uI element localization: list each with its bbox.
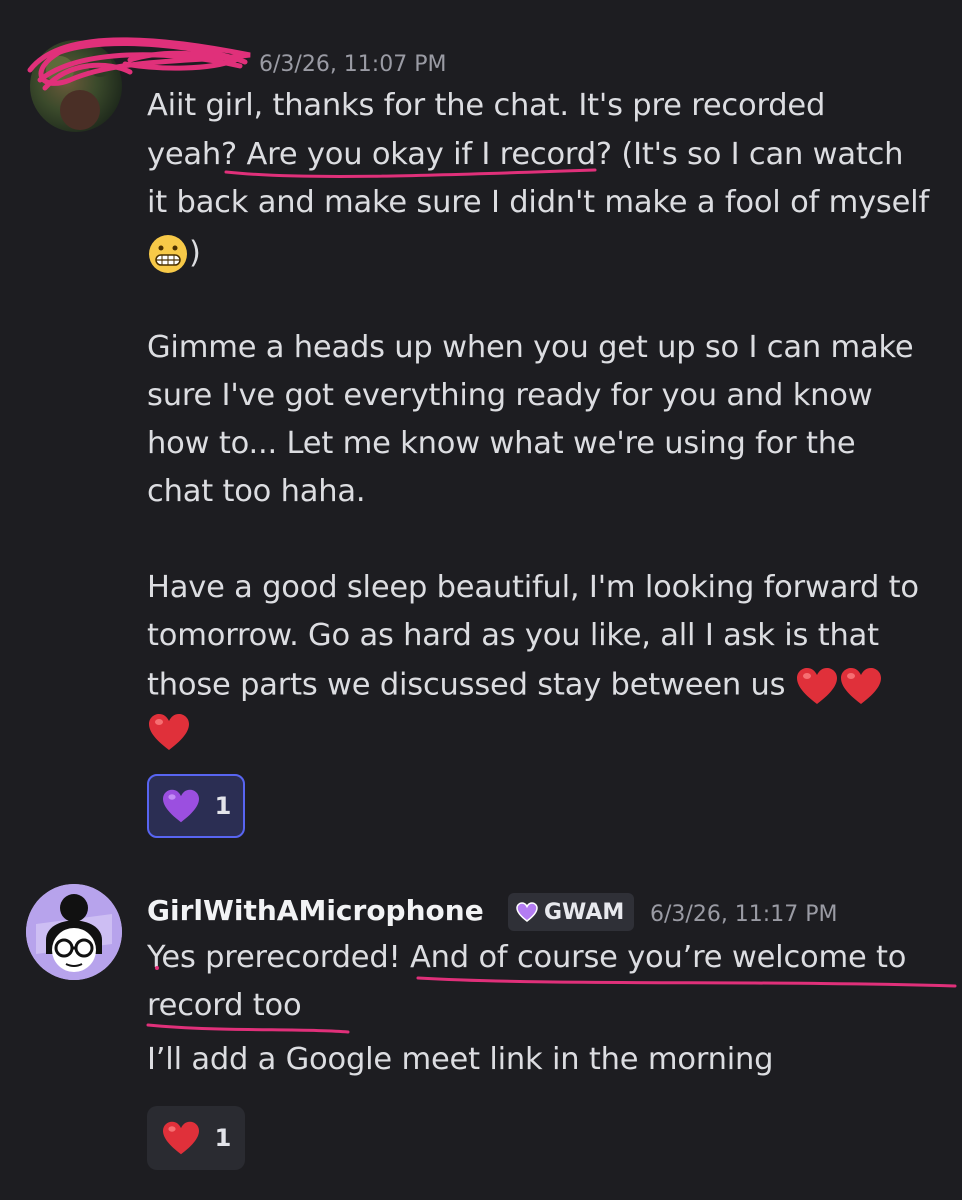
reaction-purple-heart[interactable]: 1 (147, 774, 245, 838)
message-line: tomorrow. Go as hard as you like, all I … (147, 618, 879, 653)
message-line-with-emoji: ) (147, 233, 201, 275)
underline-annotation (146, 1023, 350, 1034)
avatar-image (26, 884, 122, 980)
message-text: those parts we discussed stay between us (147, 667, 786, 703)
message-line: chat too haha. (147, 474, 366, 509)
avatar-user-1[interactable] (30, 40, 122, 132)
message-line: Yes prerecorded! And of course you’re we… (147, 940, 907, 975)
grimacing-face-icon (149, 235, 187, 273)
message-line: Gimme a heads up when you get up so I ca… (147, 330, 914, 365)
message-line: how to... Let me know what we're using f… (147, 426, 856, 461)
reaction-count: 1 (214, 1124, 232, 1152)
reaction-count: 1 (214, 792, 232, 820)
message-line-with-emoji: those parts we discussed stay between us (147, 666, 883, 706)
message-line: sure I've got everything ready for you a… (147, 378, 873, 413)
red-heart-icon (840, 668, 881, 704)
server-tag[interactable]: GWAM (508, 893, 635, 931)
message-line: Have a good sleep beautiful, I'm looking… (147, 570, 919, 605)
red-heart-icon (796, 668, 837, 704)
purple-heart-badge-icon (516, 902, 538, 922)
message-line: yeah? Are you okay if I record? (It's so… (147, 137, 904, 172)
username[interactable]: GirlWithAMicrophone (147, 894, 484, 927)
closing-paren: ) (189, 235, 201, 271)
server-tag-label: GWAM (544, 899, 625, 925)
emoji-line (147, 712, 191, 752)
timestamp: 6/3/26, 11:17 PM (650, 902, 838, 927)
reaction-red-heart[interactable]: 1 (147, 1106, 245, 1170)
message-line: record too (147, 988, 302, 1023)
timestamp: 6/3/26, 11:07 PM (259, 52, 447, 77)
red-heart-icon (149, 714, 189, 750)
message-line: Aiit girl, thanks for the chat. It's pre… (147, 88, 826, 123)
purple-heart-icon (162, 789, 199, 823)
message-line: it back and make sure I didn't make a fo… (147, 185, 929, 220)
avatar-girlwithamicrophone[interactable] (26, 884, 122, 980)
avatar-image (46, 53, 112, 130)
underline-annotation (416, 976, 957, 988)
message-line: I’ll add a Google meet link in the morni… (147, 1042, 774, 1077)
red-heart-icon (162, 1121, 199, 1155)
